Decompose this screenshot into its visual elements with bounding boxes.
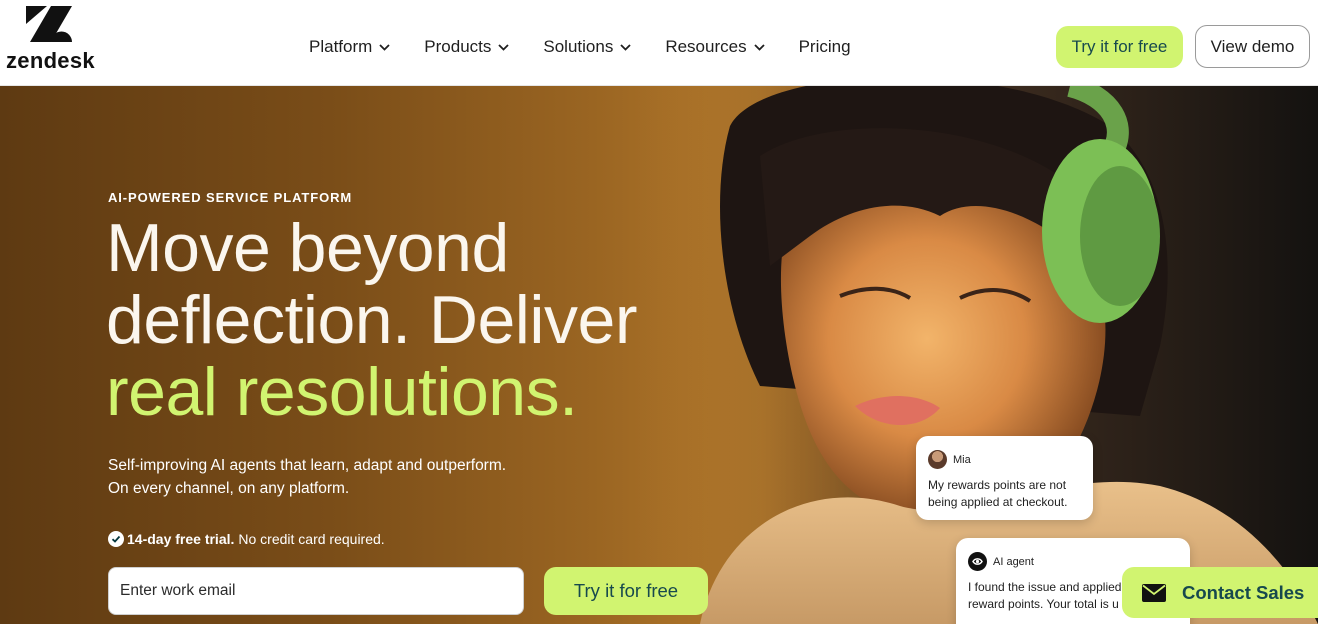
headline-line-1: Move beyond [106, 210, 509, 286]
nav-item-label: Products [424, 37, 492, 56]
zendesk-logo[interactable]: zendesk [6, 6, 96, 73]
site-header: zendesk Platform Products Solutions Reso… [0, 0, 1318, 86]
chevron-down-icon [498, 43, 510, 51]
trial-rest: No credit card required. [238, 531, 385, 547]
view-demo-button[interactable]: View demo [1195, 25, 1310, 68]
nav-item-products[interactable]: Products [424, 37, 510, 57]
nav-item-pricing[interactable]: Pricing [799, 37, 851, 57]
headline-line-2: deflection. Deliver [106, 282, 637, 358]
chat-ai-message: I found the issue and applied reward poi… [968, 579, 1126, 613]
try-free-button-header[interactable]: Try it for free [1056, 26, 1183, 68]
hero-headline: Move beyond deflection. Deliver real res… [106, 212, 726, 428]
hero-eyebrow: AI-POWERED SERVICE PLATFORM [108, 190, 353, 205]
logo-wordmark: zendesk [6, 48, 95, 73]
chat-ai-message-line-1: I found the issue and applied [968, 580, 1122, 594]
chevron-down-icon [620, 43, 631, 51]
subcopy-line-1: Self-improving AI agents that learn, ada… [108, 457, 507, 474]
nav-item-label: Resources [665, 37, 747, 56]
chat-card-user: Mia My rewards points are not being appl… [916, 436, 1093, 520]
main-nav: Platform Products Solutions Resources Pr… [309, 36, 885, 58]
chat-ai-message-line-2: reward points. Your total is u [968, 597, 1119, 611]
zendesk-logo-icon [26, 6, 72, 42]
try-free-button-hero[interactable]: Try it for free [544, 567, 708, 615]
chat-user-message: My rewards points are not being applied … [928, 478, 1068, 509]
hero-section: AI-POWERED SERVICE PLATFORM Move beyond … [0, 86, 1318, 624]
check-circle-icon [108, 531, 124, 547]
trial-note: 14-day free trial. No credit card requir… [108, 531, 385, 547]
contact-sales-button[interactable]: Contact Sales [1122, 567, 1318, 618]
mail-icon [1142, 583, 1166, 602]
nav-item-solutions[interactable]: Solutions [543, 37, 631, 57]
nav-item-platform[interactable]: Platform [309, 37, 390, 57]
avatar [928, 450, 947, 469]
ai-agent-icon [968, 552, 987, 571]
nav-item-label: Solutions [543, 37, 614, 56]
chat-ai-name: AI agent [993, 555, 1034, 568]
nav-item-resources[interactable]: Resources [665, 37, 765, 57]
nav-item-label: Platform [309, 37, 373, 56]
chevron-down-icon [753, 43, 765, 51]
chevron-down-icon [379, 43, 390, 51]
subcopy-line-2: On every channel, on any platform. [108, 480, 350, 497]
chat-user-name: Mia [953, 453, 971, 466]
trial-bold: 14-day free trial. [127, 531, 235, 547]
hero-subcopy: Self-improving AI agents that learn, ada… [108, 454, 568, 500]
headline-accent: real resolutions. [106, 354, 578, 430]
work-email-input[interactable] [108, 567, 524, 615]
chat-card-header: Mia [928, 450, 1081, 469]
nav-item-label: Pricing [798, 37, 851, 56]
contact-sales-label: Contact Sales [1182, 581, 1305, 603]
